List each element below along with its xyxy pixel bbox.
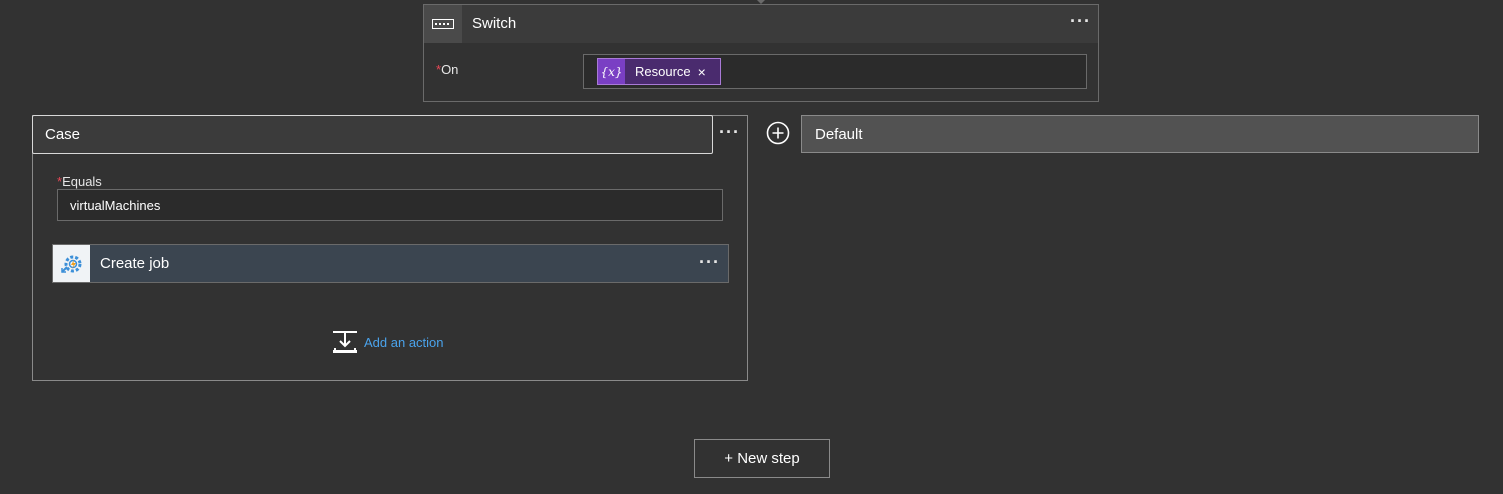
add-action-button[interactable]: Add an action	[332, 330, 444, 354]
action-title: Create job	[100, 255, 170, 272]
equals-value: virtualMachines	[70, 198, 161, 213]
default-branch[interactable]: Default	[801, 115, 1479, 153]
create-job-action[interactable]: Create job ···	[52, 244, 729, 283]
switch-more-menu-icon[interactable]: ···	[1070, 12, 1091, 30]
token-label: Resource	[635, 64, 691, 79]
automation-job-icon	[53, 245, 90, 282]
switch-card: Switch ··· *On {x} Resource ×	[423, 4, 1099, 102]
case-more-menu-icon[interactable]: ···	[719, 123, 740, 141]
plus-circle-icon[interactable]	[766, 121, 790, 145]
equals-input[interactable]: virtualMachines	[57, 189, 723, 221]
case-header[interactable]: Case	[32, 115, 713, 154]
on-label-text: On	[441, 62, 459, 77]
new-step-button[interactable]: + New step	[694, 439, 830, 478]
equals-field-label: *Equals	[57, 174, 102, 189]
action-more-menu-icon[interactable]: ···	[699, 253, 720, 271]
add-action-icon	[333, 331, 357, 353]
remove-token-icon[interactable]: ×	[698, 64, 706, 80]
on-input[interactable]: {x} Resource ×	[583, 54, 1087, 89]
switch-title: Switch	[472, 15, 517, 32]
switch-icon	[424, 5, 462, 43]
on-field-label: *On	[436, 62, 458, 77]
resource-token[interactable]: {x} Resource ×	[597, 58, 721, 85]
case-title[interactable]: Case	[45, 126, 80, 143]
switch-header[interactable]: Switch ···	[424, 5, 1098, 43]
expression-variable-icon: {x}	[598, 59, 625, 84]
add-action-label[interactable]: Add an action	[364, 335, 444, 350]
equals-label-text: Equals	[62, 174, 102, 189]
default-title: Default	[815, 126, 863, 143]
